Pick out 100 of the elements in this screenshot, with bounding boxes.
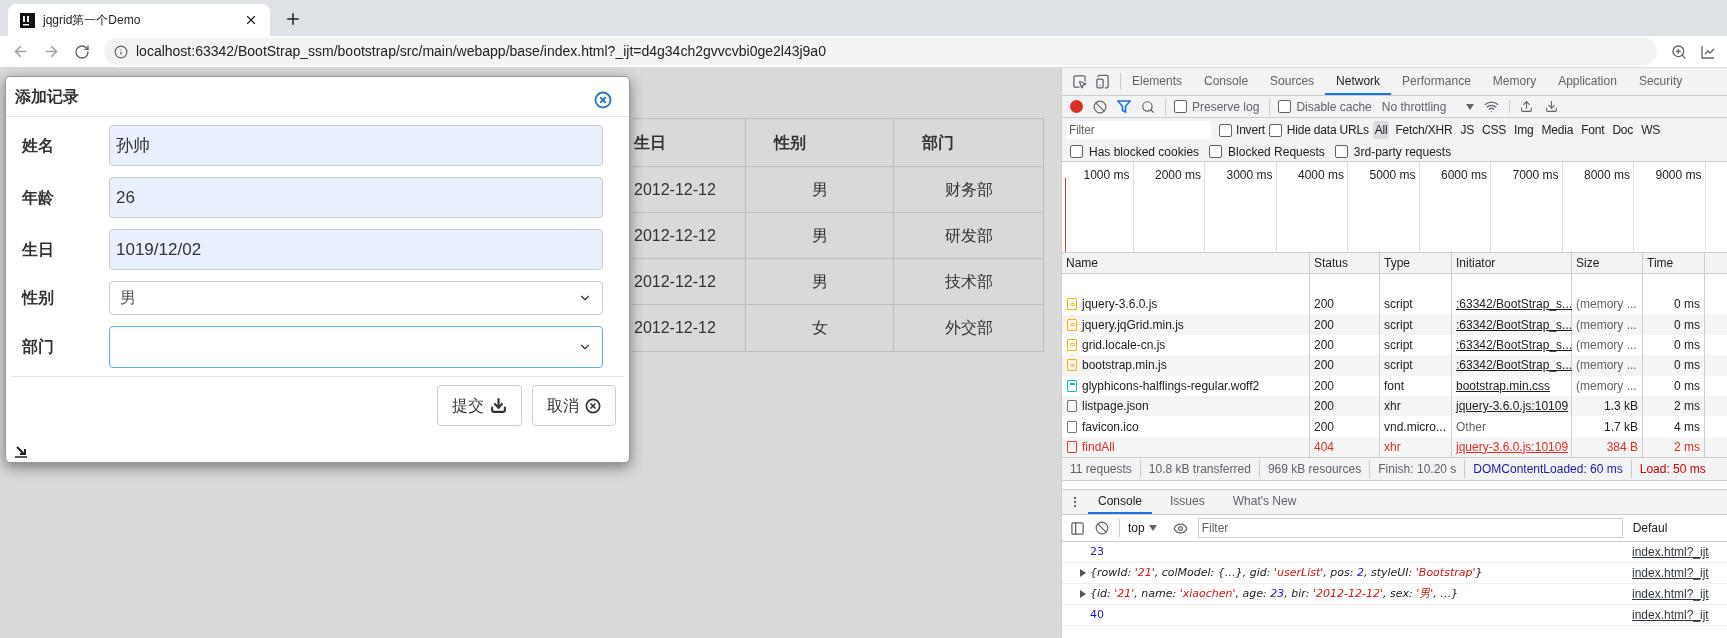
select-field[interactable] [109, 326, 603, 368]
devtools-tab[interactable]: Application [1547, 68, 1628, 95]
initiator-link[interactable]: :63342/BootStrap_s... [1456, 315, 1573, 334]
devtools-tab[interactable]: Security [1627, 68, 1694, 95]
text-field[interactable]: 孙帅 [109, 125, 603, 166]
inspect-icon[interactable] [1072, 74, 1087, 89]
request-row[interactable]: bootstrap.min.js 200 script :63342/BootStrap_s... (memory ... 0 ms [1062, 355, 1727, 376]
text-field[interactable]: 26 [109, 177, 603, 218]
context-dropdown[interactable]: top [1119, 519, 1157, 538]
checkbox[interactable] [1268, 123, 1282, 137]
type-filter-button[interactable]: Img [1512, 121, 1536, 139]
type-filter-button[interactable]: WS [1639, 121, 1663, 139]
levels-dropdown[interactable]: Defaul [1632, 519, 1668, 538]
cancel-button[interactable]: 取消 [532, 385, 616, 426]
expand-icon[interactable] [1080, 569, 1086, 578]
type-filter-button[interactable]: JS [1458, 121, 1476, 139]
request-row[interactable]: listpage.json 200 xhr jquery-3.6.0.js:10109 1.3 kB 2 ms [1062, 395, 1727, 417]
type-filter-button[interactable]: Media [1539, 121, 1576, 139]
close-icon[interactable] [244, 13, 258, 27]
checkbox[interactable] [1278, 100, 1292, 113]
request-row[interactable]: findAll 404 xhr jquery-3.6.0.js:10109 384 B 2 ms [1062, 436, 1727, 458]
resize-grip-icon[interactable] [15, 446, 28, 458]
column-header[interactable]: Initiator [1456, 254, 1496, 272]
submit-button[interactable]: 提交 [437, 385, 522, 426]
select-field[interactable]: 男 [109, 281, 603, 315]
initiator-link[interactable]: bootstrap.min.css [1456, 376, 1551, 395]
initiator-link[interactable]: :63342/BootStrap_s... [1456, 295, 1573, 314]
drawer-tab[interactable]: Issues [1160, 490, 1215, 515]
column-header[interactable]: Name [1066, 254, 1098, 272]
column-header[interactable]: 生日 [634, 130, 666, 155]
reload-icon[interactable] [74, 43, 90, 60]
eye-icon[interactable] [1172, 520, 1188, 536]
devtools-tab[interactable]: Performance [1391, 68, 1482, 95]
checkbox[interactable] [1334, 145, 1348, 158]
info-icon[interactable] [114, 44, 128, 59]
timeline-tick: 8000 ms [1583, 167, 1630, 184]
source-link[interactable]: index.html?_ijt [1632, 606, 1727, 625]
checkbox-label: Disable cache [1296, 98, 1372, 116]
status-code: 200 [1314, 316, 1335, 334]
initiator-link[interactable]: jquery-3.6.0.js:10109 [1456, 397, 1569, 416]
request-row[interactable]: jquery.jqGrid.min.js 200 script :63342/BootStrap_s... (memory ... 0 ms [1062, 314, 1727, 335]
sidebar-toggle-icon[interactable] [1070, 520, 1085, 536]
device-icon[interactable] [1095, 74, 1110, 89]
file-icon [1067, 400, 1077, 413]
back-icon[interactable] [12, 43, 29, 60]
status-code: 200 [1314, 418, 1335, 436]
type-filter-button[interactable]: All [1372, 121, 1390, 139]
zoom-icon[interactable] [1671, 43, 1687, 60]
source-link[interactable]: index.html?_ijt [1632, 564, 1727, 583]
column-header[interactable]: Status [1314, 254, 1349, 272]
initiator-link[interactable]: :63342/BootStrap_s... [1456, 356, 1573, 375]
address-bar[interactable]: localhost:63342/BootStrap_ssm/bootstrap/src/main/webapp/base/index.html?_ijt=d4g34ch2gvvcvbi0ge2l43j9a0 [104, 38, 1657, 65]
text-field[interactable]: 1019/12/02 [109, 229, 603, 270]
filter-field[interactable]: Filter [1066, 121, 1211, 139]
throttling-dropdown[interactable]: No throttling [1381, 97, 1475, 116]
type-filter-button[interactable]: Fetch/XHR [1393, 121, 1455, 139]
initiator-link[interactable]: :63342/BootStrap_s... [1456, 335, 1573, 354]
checkbox-label: Hide data URLs [1286, 122, 1369, 139]
new-tab-icon[interactable] [284, 10, 302, 28]
request-type: script [1384, 357, 1413, 375]
forward-icon[interactable] [43, 43, 60, 60]
type-filter-button[interactable]: Doc [1610, 121, 1636, 139]
timeline-tick: 9000 ms [1655, 167, 1702, 184]
column-header[interactable]: Size [1576, 254, 1600, 272]
expand-icon[interactable] [1080, 590, 1086, 599]
checkbox[interactable] [1209, 145, 1223, 158]
column-header[interactable]: 性别 [774, 130, 806, 155]
checkbox-label: Blocked Requests [1228, 143, 1325, 161]
devtools-tab[interactable]: Elements [1121, 68, 1194, 95]
record-button[interactable] [1070, 100, 1083, 113]
clear-icon[interactable] [1095, 521, 1109, 536]
devtools-tab[interactable]: Sources [1259, 68, 1326, 95]
source-link[interactable]: index.html?_ijt [1632, 585, 1727, 604]
initiator-link[interactable]: jquery-3.6.0.js:10109 [1456, 437, 1569, 456]
download-icon[interactable] [1545, 100, 1559, 113]
checkbox[interactable] [1070, 145, 1083, 158]
browser-tab[interactable]: jqgrid第一个Demo [8, 4, 270, 36]
upload-icon[interactable] [1520, 100, 1534, 113]
type-filter-button[interactable]: Font [1579, 121, 1607, 139]
time-text: 0 ms [1674, 296, 1700, 314]
column-header[interactable]: Type [1384, 254, 1410, 272]
status-code: 200 [1314, 377, 1335, 395]
timeline-tick: 4000 ms [1297, 167, 1344, 184]
summary-text: DOMContentLoaded: 60 ms [1465, 460, 1632, 479]
type-filter-button[interactable]: CSS [1480, 121, 1509, 139]
checkbox[interactable] [1219, 123, 1232, 137]
network-conditions-icon[interactable] [1484, 99, 1500, 114]
devtools-tab[interactable]: Memory [1481, 68, 1548, 95]
filter-field[interactable]: Filter [1197, 518, 1623, 539]
filter-icon[interactable] [1117, 100, 1131, 113]
clear-icon[interactable] [1093, 99, 1107, 114]
request-name: glyphicons-halflings-regular.woff2 [1082, 377, 1260, 395]
chart-icon[interactable] [1701, 44, 1715, 59]
checkbox[interactable] [1174, 100, 1187, 113]
source-link[interactable]: index.html?_ijt [1632, 543, 1727, 562]
column-header[interactable]: 部门 [922, 130, 954, 155]
drawer-tab[interactable]: What's New [1222, 490, 1307, 515]
devtools-tab[interactable]: Console [1193, 68, 1260, 95]
search-icon[interactable] [1141, 99, 1155, 114]
column-header[interactable]: Time [1647, 254, 1674, 272]
